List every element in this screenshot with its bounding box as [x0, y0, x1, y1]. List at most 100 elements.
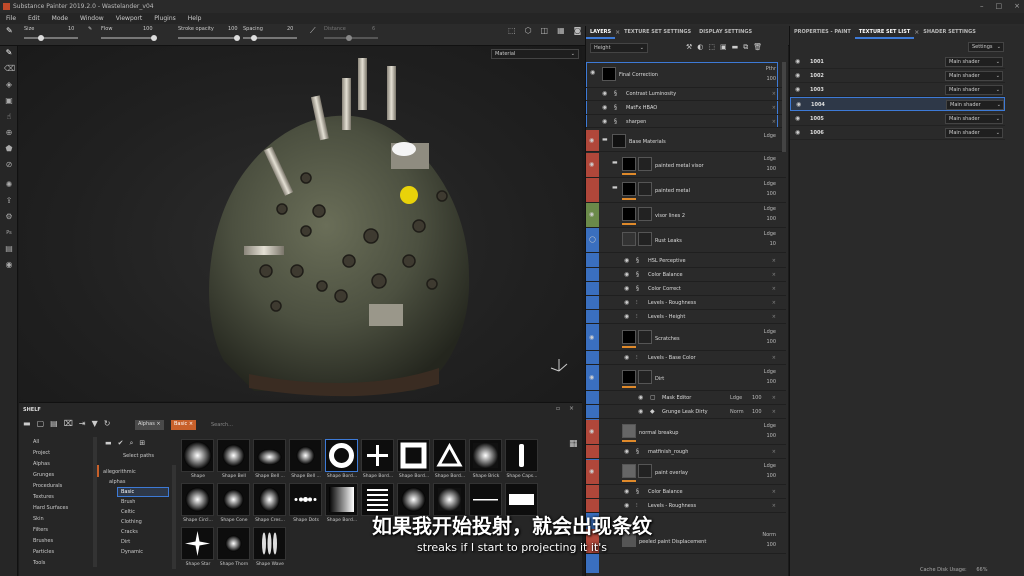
eye-icon[interactable]: ◉	[624, 354, 629, 361]
menu-window[interactable]: Window	[80, 15, 104, 22]
size-slider[interactable]	[24, 35, 78, 41]
blend-mode[interactable]: Ldge	[764, 181, 776, 187]
remove-effect-icon[interactable]: ×	[772, 286, 776, 292]
blend-mode[interactable]: Ldge	[764, 206, 776, 212]
layer-row-grunge-leak-dirty[interactable]: ◉ ◆ Grunge Leak Dirty Norm 100 ×	[586, 405, 786, 419]
layer-row-color-balance-2[interactable]: ◉ § Color Balance ×	[586, 485, 786, 499]
stroke-opacity-value[interactable]: 100	[228, 26, 238, 32]
eraser-icon[interactable]: ⌫	[4, 64, 15, 74]
filter-tag-basic[interactable]: Basic ×	[171, 420, 197, 430]
eye-icon[interactable]: ◉	[624, 313, 629, 320]
eye-icon[interactable]: ◉	[624, 299, 629, 306]
remove-effect-icon[interactable]: ×	[772, 105, 776, 111]
add-fill-icon[interactable]: ⬚	[708, 43, 715, 52]
layer-row-contrast-luminosity[interactable]: ◉ § Contrast Luminosity ×	[586, 87, 786, 101]
layer-row-base-materials[interactable]: ◉ ▬ Base Materials Ldge	[586, 130, 786, 152]
spacing-slider[interactable]	[243, 35, 297, 41]
view-mode-icon[interactable]: ◫	[541, 26, 549, 35]
layer-row-color-balance[interactable]: ◉ § Color Balance ×	[586, 268, 786, 282]
distance-value[interactable]: 6	[372, 26, 375, 32]
blend-mode[interactable]: Ldge	[764, 463, 776, 469]
tree-alphas[interactable]: alphas	[109, 479, 125, 485]
delete-layer-icon[interactable]: 🗑	[753, 43, 762, 52]
eye-icon[interactable]: ◉	[589, 334, 594, 341]
alpha-shape-border-triangle[interactable]	[433, 439, 466, 472]
texture-set-row[interactable]: ◉ 1006 Main shader ⌄	[790, 126, 1005, 140]
texture-set-row[interactable]: ◉ 1001 Main shader ⌄	[790, 55, 1005, 69]
remove-effect-icon[interactable]: ×	[772, 91, 776, 97]
tab-properties-paint[interactable]: PROPERTIES - PAINT	[790, 26, 855, 39]
shader-select[interactable]: Main shader ⌄	[945, 114, 1003, 124]
refresh-icon[interactable]: ↻	[104, 419, 111, 428]
viewport-mode-select[interactable]: Material ⌄	[491, 49, 579, 59]
eye-icon[interactable]: ◉	[590, 69, 595, 76]
blend-mode[interactable]: Ldge	[764, 231, 776, 237]
alpha-shape-border-square[interactable]	[397, 439, 430, 472]
eye-icon[interactable]: ◉	[795, 58, 800, 65]
layer-opacity[interactable]: 100	[766, 166, 776, 172]
geometry-mask-icon[interactable]: ▣	[4, 96, 14, 106]
channel-select[interactable]: Height ⌄	[590, 43, 648, 53]
eye-icon[interactable]: ◉	[589, 137, 594, 144]
layer-row-mask-editor[interactable]: ◉ ▢ Mask Editor Ldge 100 ×	[586, 391, 786, 405]
settings-icon[interactable]: ⚙	[4, 212, 14, 222]
remove-effect-icon[interactable]: ×	[772, 272, 776, 278]
add-layer-icon[interactable]: ▣	[720, 43, 727, 52]
photoshop-icon[interactable]: Ps	[4, 228, 14, 238]
eye-icon[interactable]: ◉	[624, 271, 629, 278]
flow-value[interactable]: 100	[143, 26, 153, 32]
eye-icon[interactable]: ◉	[624, 257, 629, 264]
remove-effect-icon[interactable]: ×	[772, 409, 776, 415]
layer-row-paint-overlay[interactable]: ◉ paint overlay Ldge 100	[586, 460, 786, 485]
category-grunges[interactable]: Grunges	[33, 472, 54, 478]
distance-slider[interactable]	[324, 35, 378, 41]
eye-icon[interactable]: ◉	[795, 115, 800, 122]
layer-opacity[interactable]: 100	[766, 76, 776, 82]
layer-opacity[interactable]: 100	[766, 379, 776, 385]
minimize-icon[interactable]: –	[980, 2, 984, 10]
menu-help[interactable]: Help	[188, 15, 202, 22]
layer-opacity[interactable]: 100	[752, 409, 762, 415]
eye-icon[interactable]: ◉	[624, 285, 629, 292]
texture-set-row[interactable]: ◉ 1003 Main shader ⌄	[790, 83, 1005, 97]
blend-mode[interactable]: Pthr	[766, 66, 776, 72]
menu-plugins[interactable]: Plugins	[154, 15, 176, 22]
layer-row-levels-base-color[interactable]: ◉ ⫶ Levels - Base Color ×	[586, 351, 786, 365]
camera-frame-icon[interactable]: ⬚	[508, 26, 516, 35]
layer-opacity[interactable]: 100	[766, 191, 776, 197]
remove-effect-icon[interactable]: ×	[772, 314, 776, 320]
layer-row-color-correct[interactable]: ◉ § Color Correct ×	[586, 282, 786, 296]
eye-icon[interactable]: ◉	[795, 72, 800, 79]
grid-icon[interactable]: ▦	[557, 26, 565, 35]
texture-set-row-selected[interactable]: ◉ 1004 Main shader ⌄	[790, 97, 1005, 111]
lazy-mouse-icon[interactable]: ⟋	[310, 26, 316, 36]
eye-icon[interactable]: ◯	[589, 236, 596, 243]
eye-icon[interactable]: ◉	[602, 104, 607, 111]
layer-opacity[interactable]: 100	[766, 473, 776, 479]
eye-icon[interactable]: ◉	[589, 374, 594, 381]
maximize-icon[interactable]: □	[996, 2, 1003, 10]
new-icon[interactable]: ▢	[37, 419, 45, 428]
check-icon[interactable]: ✔	[118, 439, 124, 448]
alpha-shape-brick[interactable]	[469, 439, 502, 472]
menu-file[interactable]: File	[6, 15, 16, 22]
add-mask-icon[interactable]: ◐	[697, 43, 703, 52]
plugin-icon[interactable]: ◉	[4, 260, 14, 270]
alpha-shape-border-ring[interactable]	[325, 439, 358, 472]
flow-slider[interactable]	[101, 35, 157, 41]
layer-row-dirt[interactable]: ◉ Dirt Ldge 100	[586, 366, 786, 391]
remove-effect-icon[interactable]: ×	[772, 355, 776, 361]
eye-icon[interactable]: ◉	[796, 101, 801, 108]
layer-row-hsl-perceptive[interactable]: ◉ § HSL Perceptive ×	[586, 254, 786, 268]
alpha-shape-border-cross[interactable]	[361, 439, 394, 472]
layer-opacity[interactable]: 100	[766, 433, 776, 439]
3d-viewport[interactable]: Material ⌄	[19, 46, 582, 401]
eye-icon[interactable]: ◉	[589, 211, 594, 218]
eye-icon[interactable]: ◉	[624, 502, 629, 509]
layer-row-matfinish-rough[interactable]: ◉ § matfinish_rough ×	[586, 445, 786, 459]
color-picker-icon[interactable]: ⊘	[4, 160, 14, 170]
eye-icon[interactable]: ◉	[638, 408, 643, 415]
eye-icon[interactable]: ◉	[624, 488, 629, 495]
menu-viewport[interactable]: Viewport	[116, 15, 143, 22]
filter-icon[interactable]: ▼	[92, 419, 98, 428]
